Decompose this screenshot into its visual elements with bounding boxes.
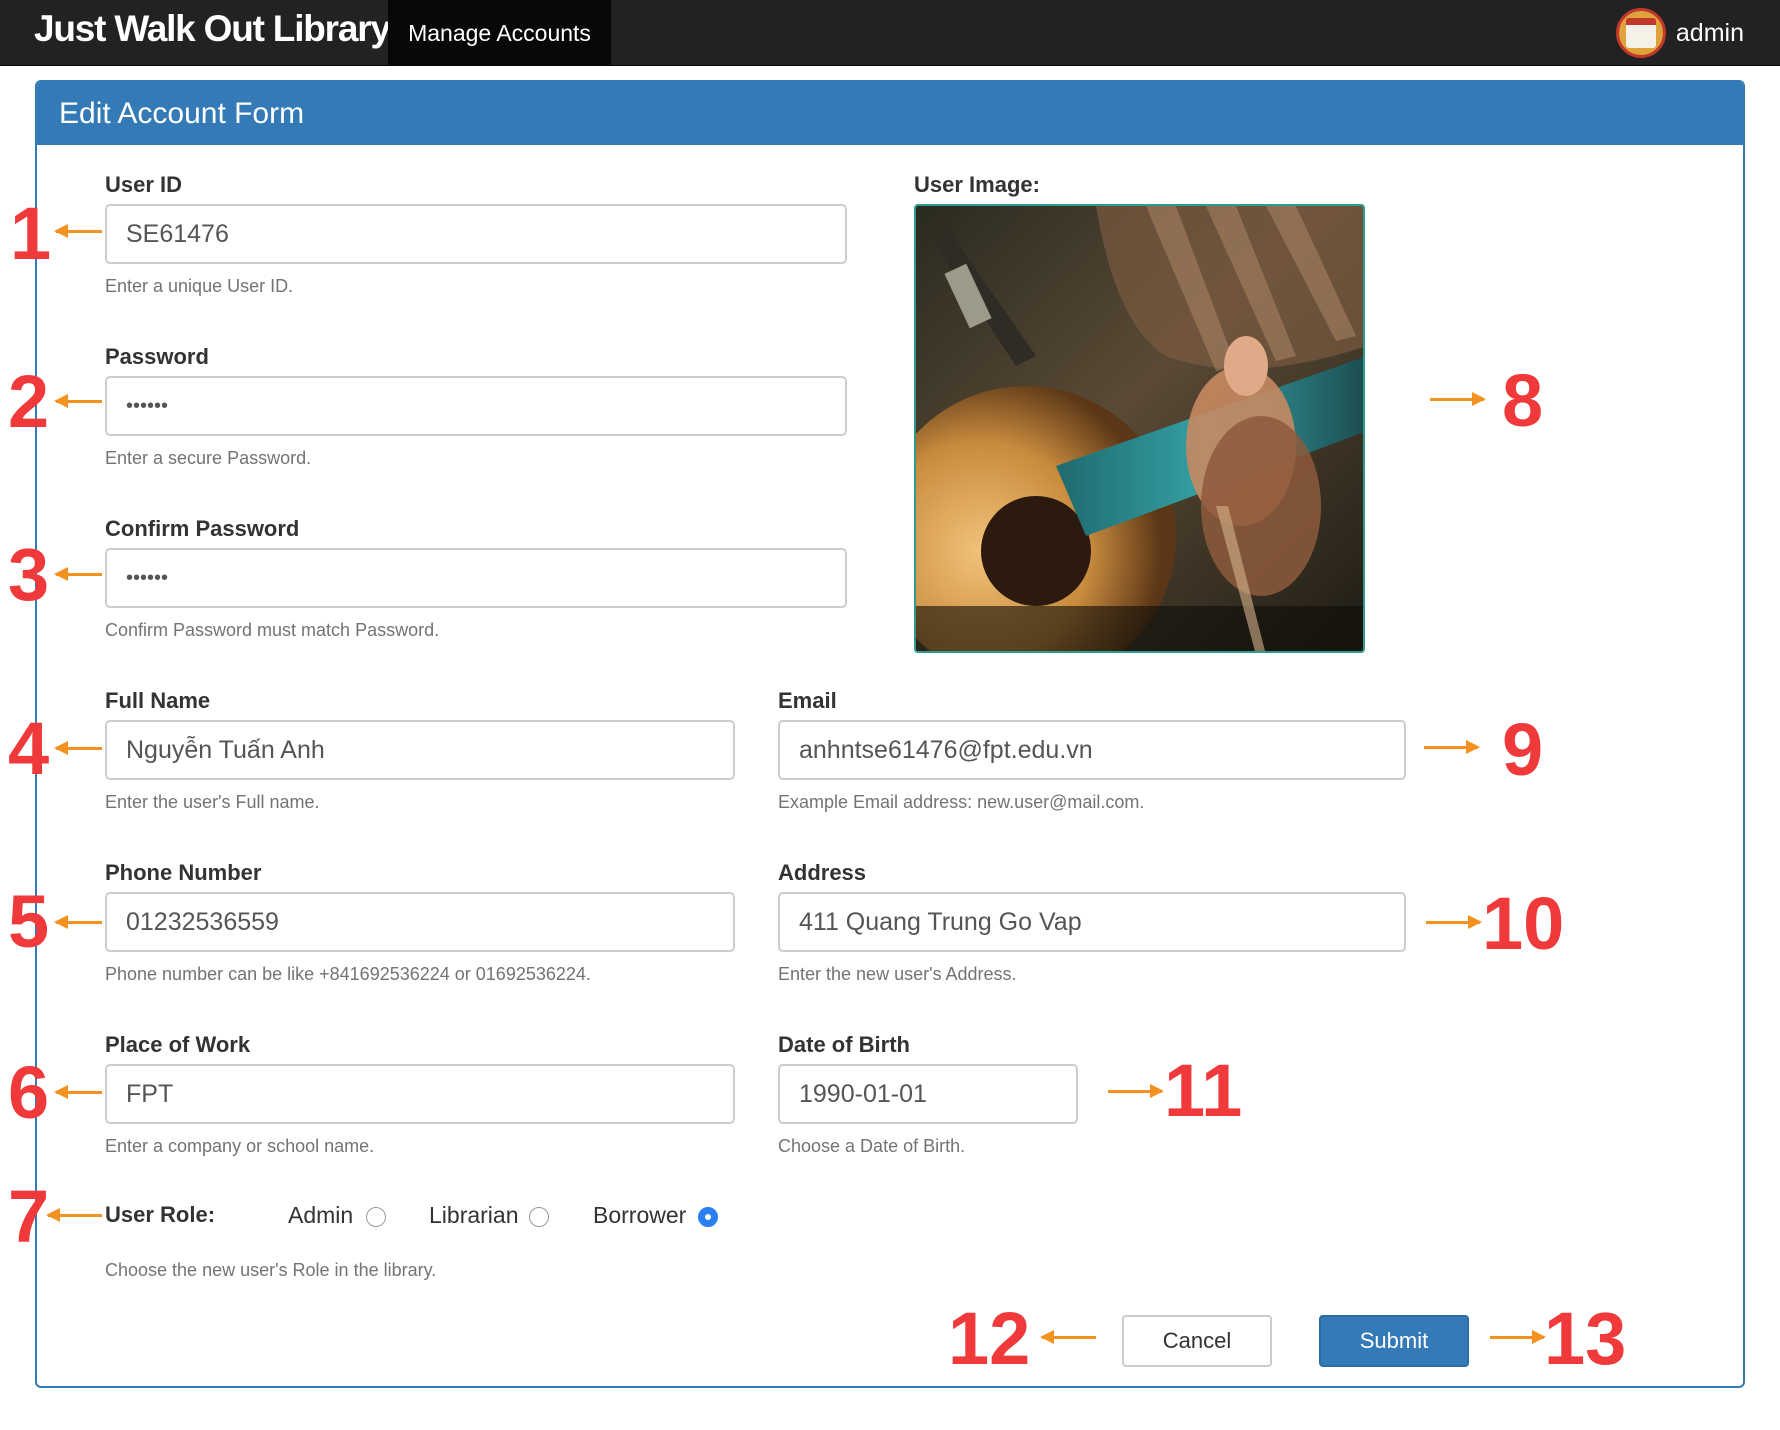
password-label: Password (105, 344, 209, 369)
user-image-label: User Image: (914, 172, 1040, 197)
top-navbar: Just Walk Out Library Manage Accounts ad… (0, 0, 1780, 66)
annotation-arrow-10 (1426, 915, 1482, 929)
annotation-12: 12 (948, 1297, 1031, 1380)
annotation-arrow-1 (54, 224, 102, 238)
password-help: Enter a secure Password. (105, 448, 312, 468)
annotation-arrow-11 (1108, 1084, 1164, 1098)
email-label: Email (778, 688, 837, 713)
annotation-5: 5 (8, 880, 50, 963)
nav-item-manage-accounts[interactable]: Manage Accounts (388, 0, 611, 66)
place-of-work-label: Place of Work (105, 1032, 251, 1057)
confirm-password-input[interactable]: •••••• (105, 548, 847, 608)
annotation-arrow-13 (1490, 1330, 1546, 1344)
full-name-label: Full Name (105, 688, 211, 713)
confirm-password-label: Confirm Password (105, 516, 300, 541)
user-id-input[interactable]: SE61476 (105, 204, 847, 264)
annotation-arrow-2 (54, 394, 102, 408)
address-input[interactable]: 411 Quang Trung Go Vap (778, 892, 1406, 952)
brand-title[interactable]: Just Walk Out Library (34, 8, 391, 50)
user-id-label: User ID (105, 172, 183, 197)
email-input[interactable]: anhntse61476@fpt.edu.vn (778, 720, 1406, 780)
panel-title: Edit Account Form (37, 82, 1743, 145)
address-label: Address (778, 860, 867, 885)
annotation-4: 4 (8, 707, 50, 790)
user-image[interactable] (914, 204, 1365, 653)
annotation-arrow-12 (1040, 1330, 1096, 1344)
role-librarian-radio[interactable] (529, 1207, 549, 1227)
annotation-arrow-5 (54, 915, 102, 929)
role-borrower-radio[interactable] (698, 1207, 718, 1227)
annotation-8: 8 (1502, 359, 1544, 442)
user-id-help: Enter a unique User ID. (105, 276, 294, 296)
dob-help: Choose a Date of Birth. (778, 1136, 966, 1156)
dob-input[interactable]: 1990-01-01 (778, 1064, 1078, 1124)
address-help: Enter the new user's Address. (778, 964, 1017, 984)
role-borrower-label[interactable]: Borrower (593, 1202, 686, 1229)
annotation-2: 2 (8, 360, 50, 443)
annotation-3: 3 (8, 533, 50, 616)
submit-button[interactable]: Submit (1319, 1315, 1469, 1367)
role-librarian-label[interactable]: Librarian (429, 1202, 519, 1229)
annotation-arrow-3 (54, 567, 102, 581)
place-of-work-input[interactable]: FPT (105, 1064, 735, 1124)
annotation-1: 1 (10, 192, 52, 275)
phone-input[interactable]: 01232536559 (105, 892, 735, 952)
full-name-input[interactable]: Nguyễn Tuấn Anh (105, 720, 735, 780)
user-role-label: User Role: (105, 1202, 216, 1227)
user-name: admin (1675, 18, 1744, 47)
annotation-arrow-9 (1424, 740, 1480, 754)
confirm-password-help: Confirm Password must match Password. (105, 620, 440, 640)
guitar-photo (916, 206, 1363, 651)
edit-account-panel: Edit Account Form User ID SE61476 Enter … (35, 80, 1745, 1388)
annotation-11: 11 (1164, 1049, 1243, 1132)
role-admin-label[interactable]: Admin (288, 1202, 353, 1229)
annotation-arrow-8 (1430, 392, 1486, 406)
password-input[interactable]: •••••• (105, 376, 847, 436)
admin-avatar-icon (1615, 8, 1666, 58)
phone-label: Phone Number (105, 860, 262, 885)
annotation-arrow-7 (46, 1208, 102, 1222)
annotation-13: 13 (1544, 1297, 1627, 1380)
full-name-help: Enter the user's Full name. (105, 792, 320, 812)
annotation-7: 7 (8, 1175, 50, 1258)
user-menu[interactable]: admin (1615, 6, 1744, 60)
place-of-work-help: Enter a company or school name. (105, 1136, 375, 1156)
annotation-10: 10 (1482, 882, 1565, 965)
user-role-help: Choose the new user's Role in the librar… (105, 1260, 437, 1280)
annotation-arrow-6 (54, 1085, 102, 1099)
annotation-arrow-4 (54, 741, 102, 755)
email-help: Example Email address: new.user@mail.com… (778, 792, 1145, 812)
role-admin-radio[interactable] (366, 1207, 386, 1227)
dob-label: Date of Birth (778, 1032, 910, 1057)
phone-help: Phone number can be like +841692536224 o… (105, 964, 591, 984)
annotation-9: 9 (1502, 708, 1544, 791)
annotation-6: 6 (8, 1051, 50, 1134)
cancel-button[interactable]: Cancel (1122, 1315, 1272, 1367)
